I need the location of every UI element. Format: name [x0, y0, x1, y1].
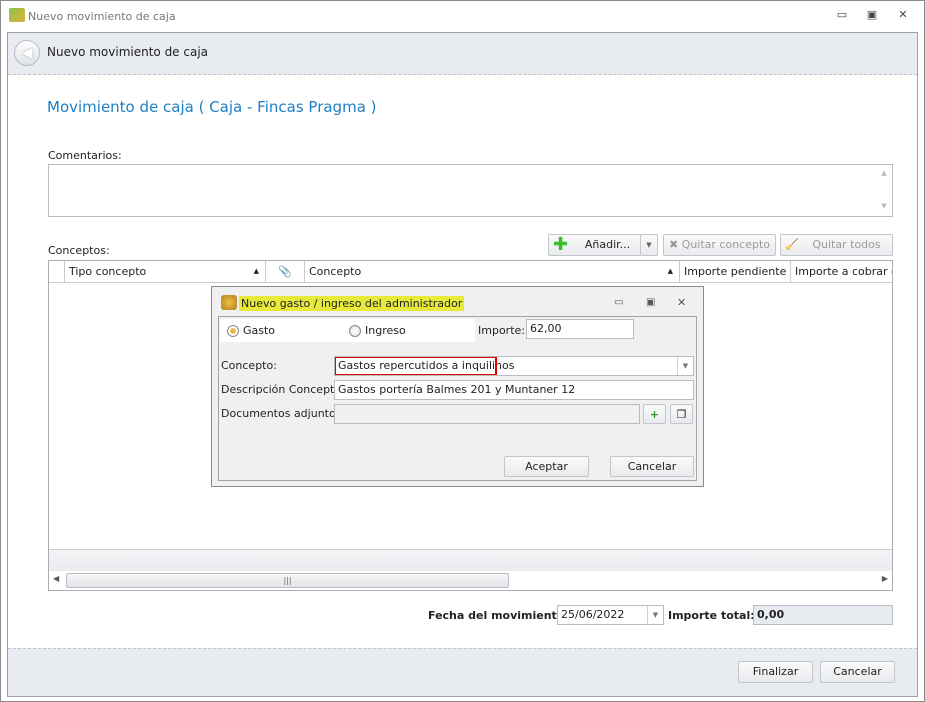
dialog-cancel-button[interactable]: Cancelar — [610, 456, 694, 477]
grid-footer — [49, 549, 892, 571]
column-tipo-concepto[interactable]: Tipo concepto ▲ — [65, 261, 266, 283]
remove-concept-button[interactable]: ✖ Quitar concepto — [663, 234, 776, 256]
header-title: Nuevo movimiento de caja — [47, 45, 209, 59]
add-button[interactable]: ✚ Añadir... — [548, 234, 641, 256]
dialog-maximize-button[interactable]: ▣ — [646, 297, 655, 308]
broom-icon: 🧹 — [785, 238, 799, 251]
sort-asc-icon: ▲ — [667, 267, 673, 275]
conceptos-label: Conceptos: — [48, 244, 110, 257]
remove-all-button[interactable]: 🧹 Quitar todos — [780, 234, 893, 256]
column-importe-pendiente[interactable]: Importe pendiente — [680, 261, 791, 283]
close-button[interactable]: ✕ — [895, 8, 911, 22]
plus-icon: ✚ — [553, 234, 569, 255]
dialog-title: Nuevo gasto / ingreso del administrador — [239, 296, 465, 311]
column-label: Concepto — [309, 265, 362, 278]
coins-icon — [221, 295, 237, 310]
fecha-label: Fecha del movimiento — [428, 609, 565, 622]
comments-scrollbar[interactable]: ▲ ▼ — [876, 165, 892, 216]
radio-ingreso[interactable]: Ingreso — [349, 324, 406, 337]
chevron-down-icon[interactable]: ▼ — [677, 357, 693, 375]
add-document-icon[interactable]: + — [643, 404, 666, 424]
scrollbar-thumb[interactable]: ||| — [66, 573, 509, 588]
radio-selected-icon — [227, 324, 239, 337]
row-indicator-header — [49, 261, 65, 283]
expense-dialog: Nuevo gasto / ingreso del administrador … — [211, 286, 704, 487]
radio-gasto-label: Gasto — [243, 324, 276, 337]
importe-input[interactable]: 62,00 — [526, 319, 634, 339]
remove-all-label: Quitar todos — [812, 238, 881, 251]
column-label: Importe pendiente — [684, 265, 787, 278]
total-label: Importe total: — [668, 609, 755, 622]
back-arrow-icon[interactable]: ◀ — [14, 40, 40, 66]
remove-label: Quitar concepto — [681, 238, 771, 251]
column-label: Tipo concepto — [69, 265, 147, 278]
fecha-value: 25/06/2022 — [561, 608, 625, 621]
descripcion-label: Descripción Concepto: — [221, 383, 345, 396]
horizontal-scrollbar[interactable]: ◀ ||| ▶ — [49, 571, 892, 590]
dialog-minimize-button[interactable]: ▭ — [614, 297, 623, 308]
concepto-label: Concepto: — [221, 359, 277, 372]
scroll-right-icon[interactable]: ▶ — [882, 574, 888, 583]
radio-ingreso-label: Ingreso — [365, 324, 406, 337]
descripcion-input[interactable]: Gastos portería Balmes 201 y Muntaner 12 — [334, 380, 694, 400]
minimize-button[interactable]: ▭ — [834, 8, 850, 22]
importe-label: Importe: — [478, 324, 525, 337]
comments-label: Comentarios: — [48, 149, 122, 162]
maximize-button[interactable]: ▣ — [864, 8, 880, 22]
column-attachment[interactable]: 📎 — [266, 261, 305, 283]
docs-label: Documentos adjuntos: — [221, 407, 346, 420]
total-value: 0,00 — [753, 605, 893, 625]
window-title: Nuevo movimiento de caja — [28, 10, 176, 23]
cancel-button[interactable]: Cancelar — [820, 661, 895, 683]
sort-asc-icon: ▲ — [253, 267, 259, 275]
app-icon — [9, 8, 25, 22]
finish-button[interactable]: Finalizar — [738, 661, 813, 683]
concepto-highlight — [335, 357, 497, 375]
comments-textarea[interactable]: ▲ ▼ — [48, 164, 893, 217]
column-concepto[interactable]: Concepto ▲ — [305, 261, 680, 283]
add-dropdown-button[interactable]: ▼ — [640, 234, 658, 256]
paperclip-icon: 📎 — [278, 265, 292, 278]
docs-input[interactable] — [334, 404, 640, 424]
column-label: Importe a cobrar o p — [795, 265, 892, 278]
x-icon: ✖ — [668, 238, 679, 251]
add-label: Añadir... — [584, 238, 631, 251]
radio-gasto[interactable]: Gasto — [227, 324, 275, 337]
column-importe-cobrar[interactable]: Importe a cobrar o p — [791, 261, 892, 283]
accept-button[interactable]: Aceptar — [504, 456, 589, 477]
copy-document-icon[interactable]: ❐ — [670, 404, 693, 424]
chevron-down-icon[interactable]: ▼ — [647, 606, 663, 624]
fecha-date-picker[interactable]: 25/06/2022 ▼ — [557, 605, 664, 625]
concepto-combobox[interactable]: Gastos repercutidos a inquilinos ▼ — [334, 356, 694, 376]
dialog-close-button[interactable]: ✕ — [677, 296, 686, 309]
radio-unselected-icon — [349, 324, 361, 337]
page-title: Movimiento de caja ( Caja - Fincas Pragm… — [47, 98, 377, 116]
scroll-left-icon[interactable]: ◀ — [53, 574, 59, 583]
